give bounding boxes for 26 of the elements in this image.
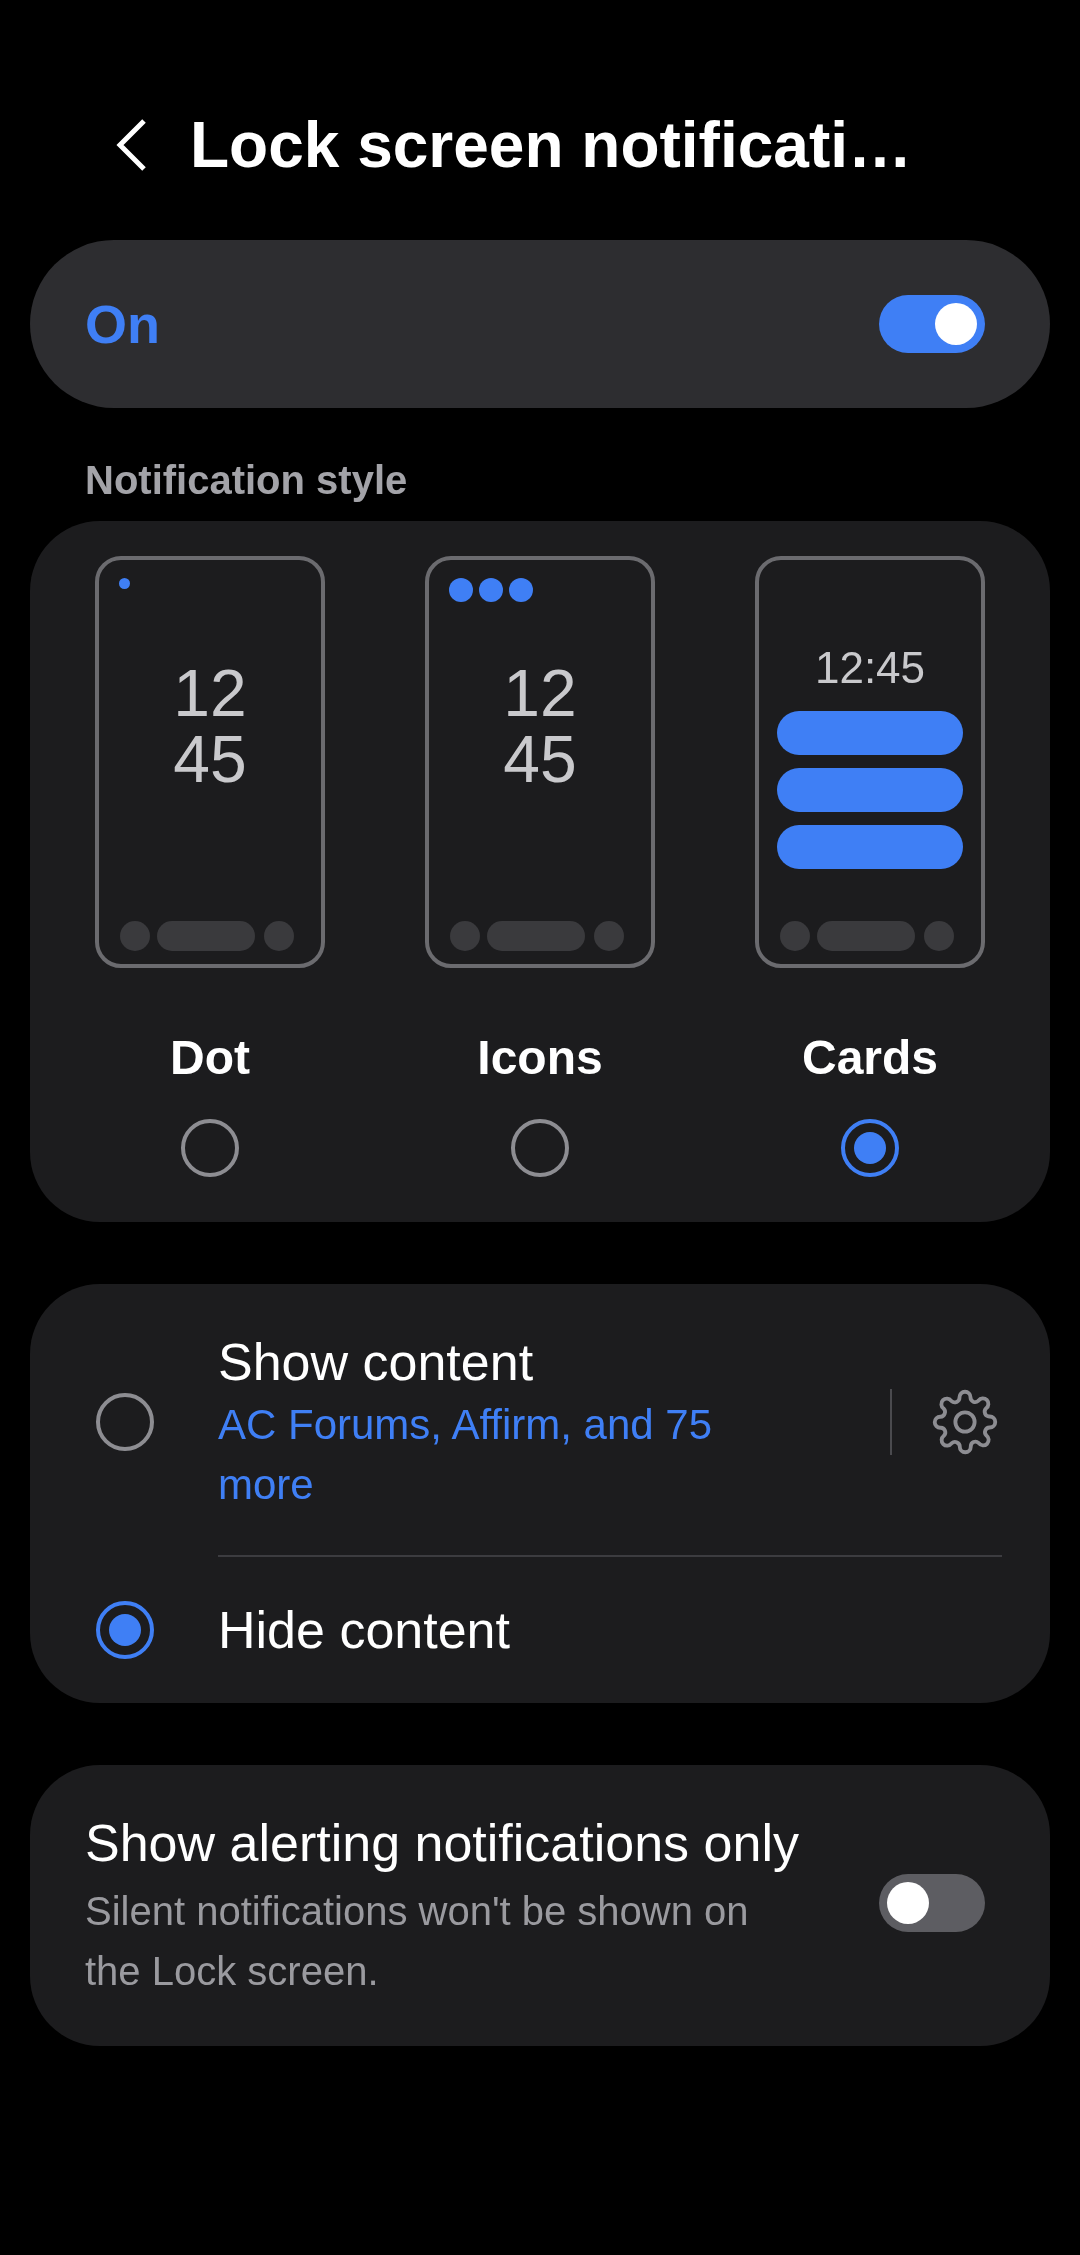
clock-text: 12 45 bbox=[503, 660, 577, 792]
clock-text: 12 45 bbox=[173, 660, 247, 792]
dot-icon bbox=[479, 578, 503, 602]
page-title: Lock screen notificati… bbox=[190, 108, 912, 182]
dot-icon bbox=[449, 578, 473, 602]
style-label: Cards bbox=[801, 1030, 939, 1085]
switch-label: On bbox=[85, 293, 160, 355]
radio-button[interactable] bbox=[181, 1119, 239, 1177]
style-label: Dot bbox=[170, 1030, 250, 1085]
dot-icon bbox=[119, 578, 130, 589]
dot-icon bbox=[509, 578, 533, 602]
section-heading: Notification style bbox=[85, 458, 409, 503]
clock-text: 12:45 bbox=[814, 642, 926, 694]
radio-button[interactable] bbox=[841, 1119, 899, 1177]
radio-button[interactable] bbox=[96, 1393, 154, 1451]
option-title: Hide content bbox=[218, 1600, 511, 1661]
radio-button[interactable] bbox=[511, 1119, 569, 1177]
settings-icon[interactable] bbox=[932, 1389, 998, 1455]
app-list-link[interactable]: AC Forums, Affirm, and 75 more bbox=[218, 1395, 818, 1515]
toggle-switch[interactable] bbox=[879, 295, 985, 353]
style-label: Icons bbox=[477, 1030, 603, 1085]
option-title: Show content bbox=[218, 1332, 535, 1393]
toggle-switch[interactable] bbox=[879, 1874, 985, 1932]
option-title: Show alerting notifications only bbox=[85, 1813, 800, 1874]
radio-button[interactable] bbox=[96, 1601, 154, 1659]
option-description: Silent notifications won't be shown on the Lock screen. bbox=[85, 1888, 750, 1995]
